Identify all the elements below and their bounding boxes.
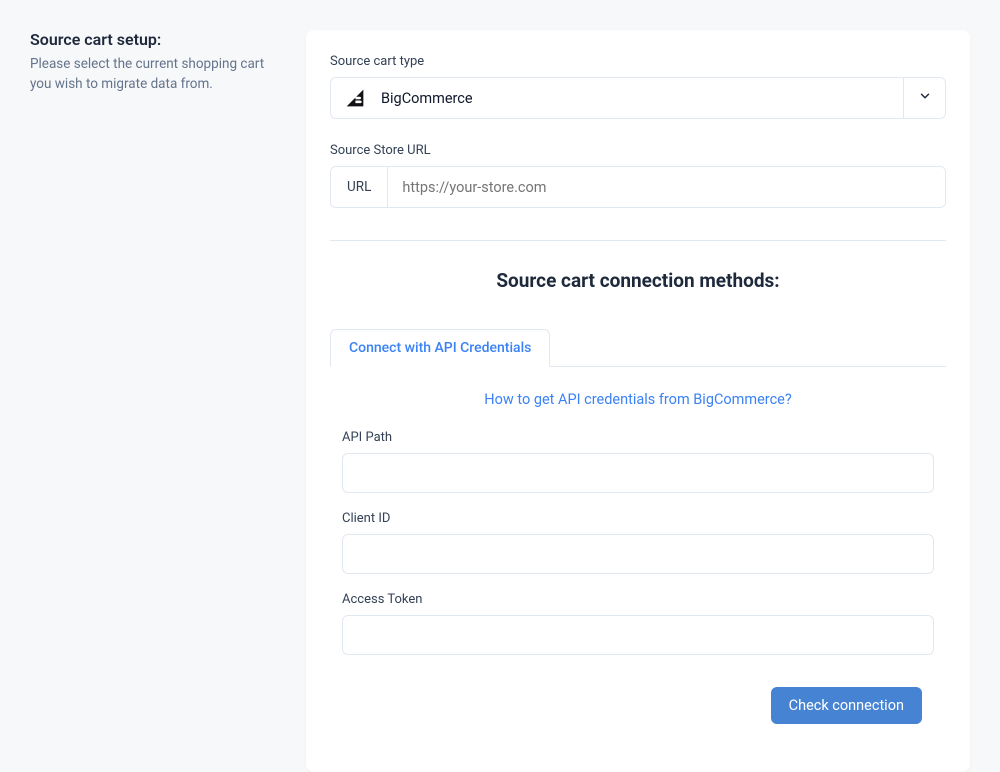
tab-api-credentials[interactable]: Connect with API Credentials — [330, 329, 550, 367]
api-path-label: API Path — [342, 430, 934, 445]
cart-type-label: Source cart type — [330, 54, 946, 69]
cart-type-dropdown-toggle[interactable] — [903, 78, 945, 118]
store-url-row: URL — [330, 166, 946, 208]
connection-heading: Source cart connection methods: — [330, 269, 946, 292]
chevron-down-icon — [918, 89, 932, 107]
sidebar-description: Please select the current shopping cart … — [30, 55, 276, 94]
store-url-label: Source Store URL — [330, 143, 946, 158]
api-path-input[interactable] — [342, 453, 934, 493]
store-url-input[interactable] — [388, 167, 945, 207]
access-token-input[interactable] — [342, 615, 934, 655]
check-connection-button[interactable]: Check connection — [771, 687, 922, 724]
client-id-label: Client ID — [342, 511, 934, 526]
tab-content-api: How to get API credentials from BigComme… — [330, 367, 946, 736]
section-divider — [330, 240, 946, 241]
client-id-input[interactable] — [342, 534, 934, 574]
sidebar-title: Source cart setup: — [30, 30, 276, 49]
cart-type-select-main[interactable]: BigCommerce — [331, 78, 903, 118]
sidebar-intro: Source cart setup: Please select the cur… — [30, 30, 276, 772]
cart-type-value: BigCommerce — [381, 90, 473, 107]
setup-panel: Source cart type BigCommerce — [306, 30, 970, 772]
cart-type-select[interactable]: BigCommerce — [330, 77, 946, 119]
bigcommerce-logo-icon — [345, 88, 365, 108]
access-token-label: Access Token — [342, 592, 934, 607]
store-url-prefix: URL — [331, 167, 388, 207]
help-link-api-credentials[interactable]: How to get API credentials from BigComme… — [342, 391, 934, 408]
connection-tabs: Connect with API Credentials — [330, 328, 946, 367]
